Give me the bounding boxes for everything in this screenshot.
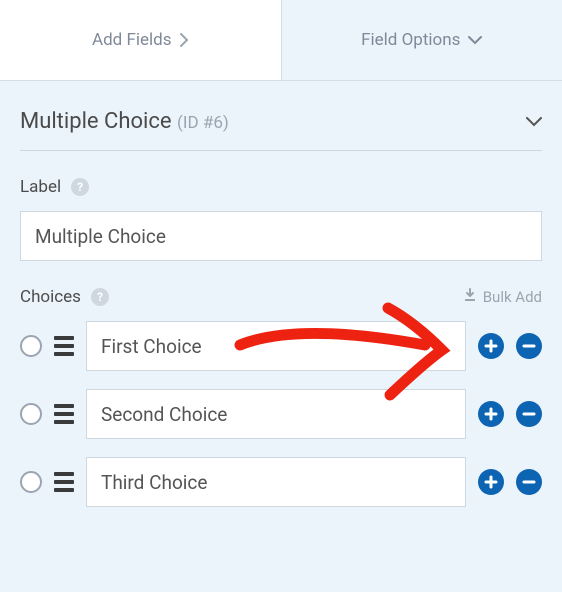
label-section-label: Label [20, 177, 61, 197]
tab-field-options-label: Field Options [361, 30, 460, 50]
choice-input[interactable] [86, 321, 466, 371]
tab-field-options[interactable]: Field Options [282, 0, 562, 80]
help-icon[interactable]: ? [71, 178, 89, 196]
add-choice-button[interactable] [478, 333, 504, 359]
default-radio[interactable] [20, 471, 42, 493]
drag-handle-icon[interactable] [54, 404, 74, 424]
download-icon [463, 288, 477, 306]
add-choice-button[interactable] [478, 469, 504, 495]
chevron-down-icon [468, 36, 482, 45]
choice-row [20, 457, 542, 507]
field-options-panel: Multiple Choice (ID #6) Label ? Choices … [0, 81, 562, 535]
choices-section-label: Choices [20, 287, 81, 307]
bulk-add-button[interactable]: Bulk Add [463, 288, 542, 306]
tabs: Add Fields Field Options [0, 0, 562, 81]
label-section: Label ? [20, 177, 542, 261]
panel-title: Multiple Choice (ID #6) [20, 109, 229, 134]
chevron-down-icon[interactable] [526, 112, 542, 131]
add-choice-button[interactable] [478, 401, 504, 427]
tab-add-fields[interactable]: Add Fields [0, 0, 282, 80]
label-input[interactable] [20, 211, 542, 261]
bulk-add-label: Bulk Add [483, 288, 542, 306]
choices-section: Choices ? Bulk Add [20, 287, 542, 507]
remove-choice-button[interactable] [516, 401, 542, 427]
choice-row [20, 389, 542, 439]
tab-add-fields-label: Add Fields [92, 30, 172, 50]
remove-choice-button[interactable] [516, 469, 542, 495]
panel-id-text: (ID #6) [177, 113, 229, 133]
remove-choice-button[interactable] [516, 333, 542, 359]
choice-input[interactable] [86, 389, 466, 439]
help-icon[interactable]: ? [91, 288, 109, 306]
choice-row [20, 321, 542, 371]
choice-input[interactable] [86, 457, 466, 507]
chevron-right-icon [180, 33, 189, 47]
panel-title-text: Multiple Choice [20, 109, 172, 134]
default-radio[interactable] [20, 335, 42, 357]
panel-header[interactable]: Multiple Choice (ID #6) [20, 109, 542, 151]
drag-handle-icon[interactable] [54, 472, 74, 492]
default-radio[interactable] [20, 403, 42, 425]
drag-handle-icon[interactable] [54, 336, 74, 356]
